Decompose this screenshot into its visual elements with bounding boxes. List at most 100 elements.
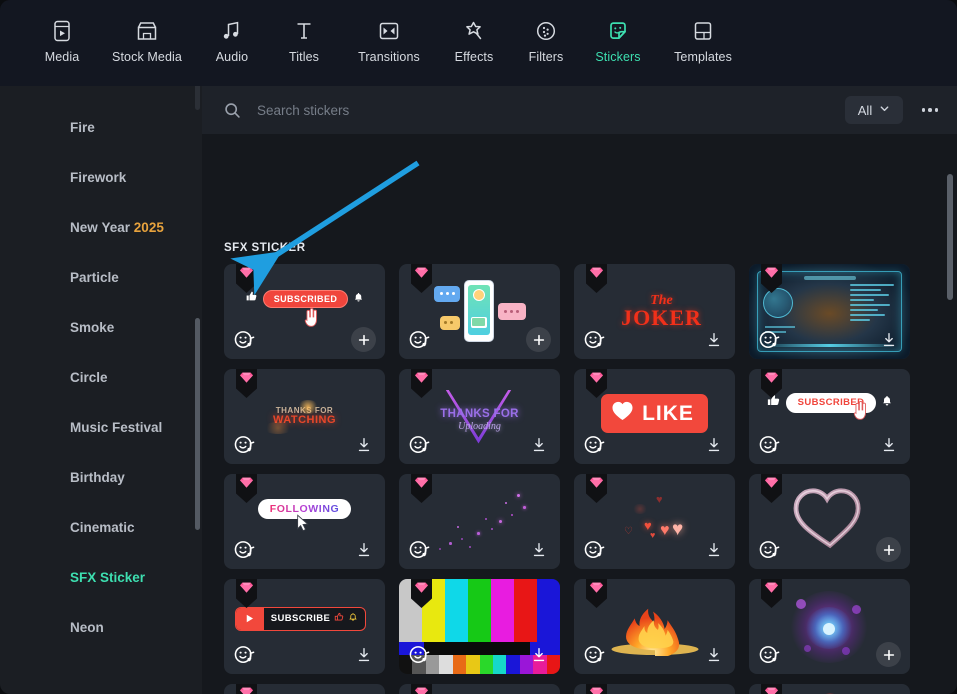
sticker-card-red-heart-particles[interactable]: ♥ ♥ ♥ ♥ ♡ ♥ [574, 474, 735, 569]
download-sticker-button[interactable] [701, 642, 726, 667]
sidebar-item-smoke[interactable]: Smoke [0, 302, 202, 352]
download-sticker-button[interactable] [701, 432, 726, 457]
sticker-audio-icon[interactable] [758, 329, 782, 351]
download-sticker-button[interactable] [526, 537, 551, 562]
gem-badge-icon [586, 264, 607, 293]
sidebar-item-circle[interactable]: Circle [0, 352, 202, 402]
sticker-audio-icon[interactable] [408, 539, 432, 561]
sticker-card-subscribed-red-button[interactable]: SUBSCRIBED [224, 264, 385, 359]
chat-bubble-gold [439, 315, 460, 330]
section-title: SFX STICKER [224, 242, 306, 254]
sticker-card-like-heart-button[interactable]: LIKE [574, 369, 735, 464]
gem-badge-icon [761, 684, 782, 694]
download-sticker-button[interactable] [351, 432, 376, 457]
sidebar-item-music-festival[interactable]: Music Festival [0, 402, 202, 452]
sticker-card-the-joker-text[interactable]: The JOKER [574, 264, 735, 359]
download-sticker-button[interactable] [526, 642, 551, 667]
bell-icon [348, 612, 358, 625]
heart-glyph: ♥ [650, 530, 656, 540]
sidebar-item-birthday[interactable]: Birthday [0, 452, 202, 502]
download-sticker-button[interactable] [876, 432, 901, 457]
sticker-card-fire-flames[interactable] [574, 579, 735, 674]
sidebar-item-fire[interactable]: Fire [0, 102, 202, 152]
sticker-audio-icon[interactable] [408, 644, 432, 666]
download-sticker-button[interactable] [876, 327, 901, 352]
download-sticker-button[interactable] [351, 537, 376, 562]
sticker-card-thanks-for-watching-red[interactable]: THANKS FOR WATCHING [224, 369, 385, 464]
sidebar-item-cinematic[interactable]: Cinematic [0, 502, 202, 552]
sidebar-item-label: Birthday [70, 469, 125, 485]
tab-media[interactable]: Media [26, 0, 98, 64]
more-options-button[interactable] [917, 97, 943, 123]
filter-dropdown[interactable]: All [845, 96, 903, 124]
sidebar-item-neon[interactable]: Neon [0, 602, 202, 652]
tab-filters[interactable]: Filters [510, 0, 582, 64]
add-sticker-button[interactable] [526, 327, 551, 352]
tab-transitions[interactable]: Transitions [340, 0, 438, 64]
sticker-card-subscribe-play-button[interactable]: SUBSCRIBE [224, 579, 385, 674]
search-input[interactable] [257, 102, 845, 118]
sticker-card-smpte-color-bars[interactable] [399, 579, 560, 674]
sticker-card-youtube-subscribe-small[interactable]: SUBSCRIBE [399, 684, 560, 694]
download-sticker-button[interactable] [526, 432, 551, 457]
sticker-card-energy-explosion-blue[interactable] [749, 579, 910, 674]
heart-glyph: ♥ [656, 494, 663, 506]
tab-titles[interactable]: Titles [268, 0, 340, 64]
sticker-card-sparkle-heart-outline[interactable] [749, 474, 910, 569]
sticker-card-red-circle-outline[interactable] [749, 684, 910, 694]
sticker-audio-icon[interactable] [758, 644, 782, 666]
audio-icon [219, 18, 245, 44]
gem-badge-icon [586, 474, 607, 503]
sticker-audio-icon[interactable] [233, 434, 257, 456]
sticker-audio-icon[interactable] [758, 434, 782, 456]
joker-line-2: JOKER [621, 304, 702, 330]
thumbs-up-icon [334, 612, 344, 625]
sticker-audio-icon[interactable] [758, 539, 782, 561]
add-sticker-button[interactable] [876, 537, 901, 562]
download-sticker-button[interactable] [351, 642, 376, 667]
sticker-audio-icon[interactable] [583, 329, 607, 351]
sticker-audio-icon[interactable] [233, 539, 257, 561]
sticker-audio-icon[interactable] [408, 329, 432, 351]
sticker-card-phone-chat-bubbles[interactable] [399, 264, 560, 359]
sidebar-scrollbar-thumb[interactable] [195, 318, 200, 530]
tab-stickers[interactable]: Stickers [582, 0, 654, 64]
sidebar-item-label: New Year 2025 [70, 219, 164, 235]
sticker-library-window: Media Stock Media Audio Titles Transitio… [0, 0, 957, 694]
tab-stock-media[interactable]: Stock Media [98, 0, 196, 64]
add-sticker-button[interactable] [351, 327, 376, 352]
sticker-card-blue-lightning-bolt[interactable] [574, 684, 735, 694]
add-sticker-button[interactable] [876, 642, 901, 667]
chat-bubble-blue [433, 285, 460, 302]
templates-icon [690, 18, 716, 44]
sticker-audio-icon[interactable] [583, 434, 607, 456]
sticker-card-like-and-comment-text[interactable]: LIKE & COMMENT! [224, 684, 385, 694]
tab-templates[interactable]: Templates [654, 0, 752, 64]
like-button-art: LIKE [601, 394, 708, 433]
chevron-down-icon [879, 101, 890, 119]
sticker-card-purple-particle-sparkles[interactable] [399, 474, 560, 569]
heart-icon [611, 400, 634, 427]
sticker-audio-icon[interactable] [233, 329, 257, 351]
download-sticker-button[interactable] [701, 327, 726, 352]
gem-badge-icon [761, 369, 782, 398]
download-sticker-button[interactable] [701, 537, 726, 562]
sticker-audio-icon[interactable] [583, 539, 607, 561]
sidebar-item-new-year-2025[interactable]: New Year 2025 [0, 202, 202, 252]
tab-audio[interactable]: Audio [196, 0, 268, 64]
stock-media-icon [134, 18, 160, 44]
sticker-grid: SUBSCRIBED The JOKER THANKS FOR WATCHING… [202, 264, 942, 694]
main-scrollbar-thumb[interactable] [947, 174, 953, 300]
sticker-audio-icon[interactable] [583, 644, 607, 666]
gem-badge-icon [761, 264, 782, 293]
sticker-audio-icon[interactable] [233, 644, 257, 666]
sticker-card-thanks-for-uploading-neon[interactable]: THANKS FOR Uploading [399, 369, 560, 464]
sticker-card-subscribed-white-button[interactable]: SUBSCRIBED [749, 369, 910, 464]
sidebar-item-particle[interactable]: Particle [0, 252, 202, 302]
tab-effects[interactable]: Effects [438, 0, 510, 64]
sticker-card-sci-fi-hud-interface[interactable] [749, 264, 910, 359]
sidebar-item-firework[interactable]: Firework [0, 152, 202, 202]
sidebar-item-sfx-sticker[interactable]: SFX Sticker [0, 552, 202, 602]
sticker-card-following-pill-button[interactable]: FOLLOWING [224, 474, 385, 569]
sticker-audio-icon[interactable] [408, 434, 432, 456]
